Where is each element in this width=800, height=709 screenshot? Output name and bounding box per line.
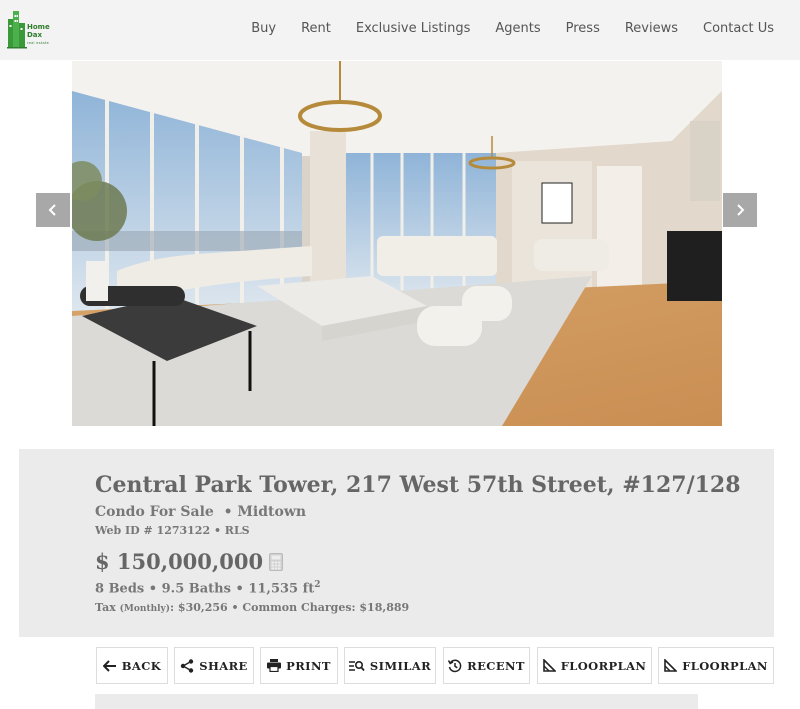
nav-reviews[interactable]: Reviews bbox=[625, 21, 678, 37]
gallery-prev-button[interactable] bbox=[36, 193, 70, 227]
tax-value: : $30,256 bbox=[170, 601, 228, 615]
chevron-right-icon bbox=[737, 204, 745, 216]
back-button[interactable]: BACK bbox=[96, 647, 168, 684]
floorplan-icon bbox=[664, 659, 678, 672]
nav-press[interactable]: Press bbox=[566, 21, 600, 37]
similar-search-icon bbox=[348, 660, 365, 671]
listing-beds: 8 Beds bbox=[95, 581, 145, 597]
site-header: Home Dax real estate Buy Rent Exclusive … bbox=[0, 0, 800, 60]
nav-agents[interactable]: Agents bbox=[495, 21, 540, 37]
main-nav: Buy Rent Exclusive Listings Agents Press… bbox=[251, 21, 774, 37]
print-button[interactable]: PRINT bbox=[260, 647, 338, 684]
gallery-next-button[interactable] bbox=[723, 193, 757, 227]
recent-button[interactable]: RECENT bbox=[443, 647, 530, 684]
listing-web-id: Web ID # 1273122 • RLS bbox=[95, 524, 250, 537]
share-icon bbox=[181, 658, 194, 673]
listing-price: $ 150,000,000 bbox=[95, 549, 264, 574]
listing-price-line: $ 150,000,000 bbox=[95, 549, 741, 575]
logo-tagline: real estate bbox=[27, 41, 50, 45]
nav-contact-us[interactable]: Contact Us bbox=[703, 21, 774, 37]
tax-period: (Monthly) bbox=[119, 604, 171, 615]
common-charges: Common Charges: $18,889 bbox=[242, 601, 410, 615]
listing-title: Central Park Tower, 217 West 57th Street… bbox=[95, 472, 741, 498]
listing-tax-line: Tax (Monthly): $30,256 • Common Charges:… bbox=[95, 601, 410, 615]
chevron-left-icon bbox=[48, 204, 56, 216]
floorplan-button-2[interactable]: FLOORPLAN bbox=[658, 647, 774, 684]
bullet-separator: • bbox=[218, 504, 233, 520]
next-section-panel bbox=[95, 694, 698, 709]
calculator-icon[interactable] bbox=[269, 553, 284, 571]
listing-photo[interactable] bbox=[72, 61, 722, 426]
listing-type-line: Condo For Sale • Midtown bbox=[95, 503, 741, 521]
floorplan-icon bbox=[542, 659, 556, 672]
listing-type: Condo For Sale bbox=[95, 504, 214, 520]
floorplan-button-1[interactable]: FLOORPLAN bbox=[537, 647, 652, 684]
listing-baths: 9.5 Baths bbox=[161, 581, 231, 597]
nav-exclusive-listings[interactable]: Exclusive Listings bbox=[356, 21, 471, 37]
listing-specs: 8 Beds • 9.5 Baths • 11,535 ft2 bbox=[95, 580, 321, 597]
similar-button[interactable]: SIMILAR bbox=[344, 647, 436, 684]
history-icon bbox=[448, 659, 462, 672]
listing-info-panel: Central Park Tower, 217 West 57th Street… bbox=[19, 449, 774, 637]
nav-rent[interactable]: Rent bbox=[301, 21, 331, 37]
listing-neighborhood[interactable]: Midtown bbox=[237, 504, 306, 520]
printer-icon bbox=[267, 659, 282, 672]
home-dax-logo[interactable]: Home Dax real estate bbox=[7, 11, 57, 49]
area-unit-exponent: 2 bbox=[314, 580, 321, 590]
share-button[interactable]: SHARE bbox=[174, 647, 254, 684]
building-logo-icon bbox=[7, 11, 27, 49]
listing-area: 11,535 ft bbox=[248, 581, 315, 597]
arrow-left-icon bbox=[102, 659, 116, 672]
logo-wordmark: Home Dax bbox=[27, 23, 50, 39]
nav-buy[interactable]: Buy bbox=[251, 21, 276, 37]
